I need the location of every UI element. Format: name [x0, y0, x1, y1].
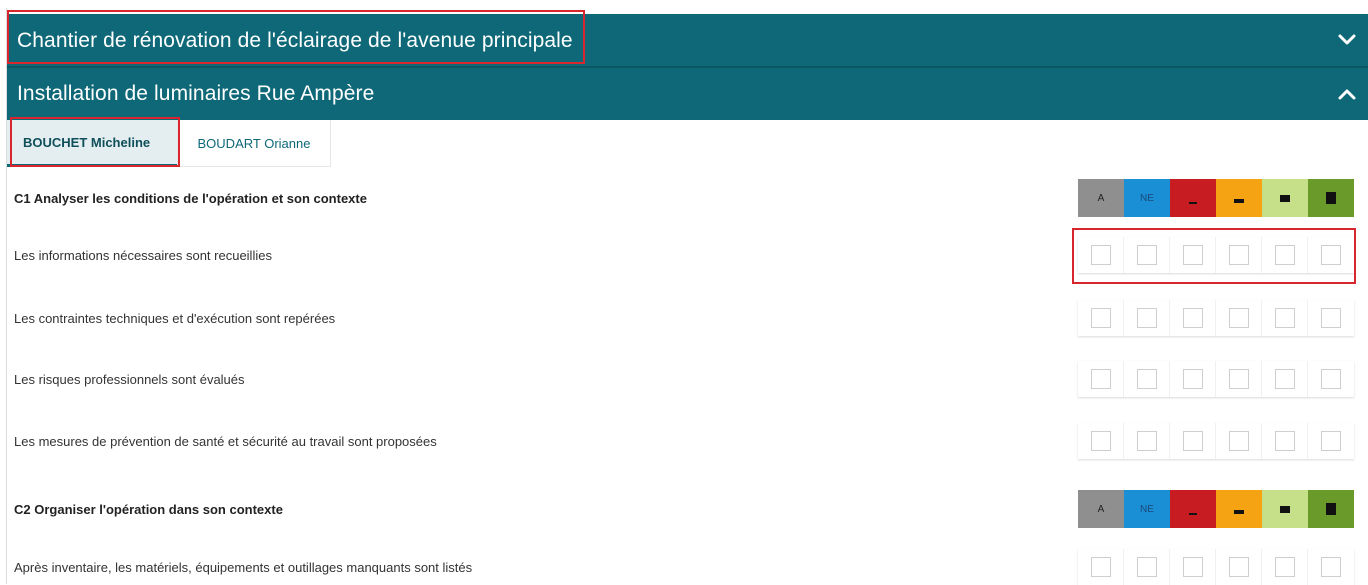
scale-ne: NE	[1124, 179, 1170, 217]
scale-a: A	[1078, 490, 1124, 528]
rating-checkboxes	[1078, 361, 1354, 397]
rating-scale-header-c1: A NE	[1078, 179, 1354, 217]
checkbox-level-2[interactable]	[1228, 431, 1249, 451]
evaluation-page: Chantier de rénovation de l'éclairage de…	[0, 0, 1368, 585]
rating-scale-header-c2: A NE	[1078, 490, 1354, 528]
checkbox-level-2[interactable]	[1228, 369, 1249, 389]
rating-checkboxes	[1078, 423, 1354, 459]
checkbox-level-2[interactable]	[1228, 557, 1249, 577]
scale-level-4	[1308, 179, 1354, 217]
criterion-label: Après inventaire, les matériels, équipem…	[14, 560, 473, 575]
checkbox-ne[interactable]	[1136, 557, 1157, 577]
tab-label: BOUDART Orianne	[197, 135, 311, 151]
criterion-label: Les risques professionnels sont évalués	[14, 372, 245, 387]
chevron-down-icon[interactable]	[1336, 29, 1358, 51]
scale-a: A	[1078, 179, 1124, 217]
checkbox-a[interactable]	[1090, 431, 1111, 451]
level-4-icon	[1326, 503, 1336, 515]
checkbox-ne[interactable]	[1136, 369, 1157, 389]
checkbox-level-1[interactable]	[1182, 369, 1203, 389]
tab-boudart-orianne[interactable]: BOUDART Orianne	[177, 120, 331, 167]
scale-level-2	[1216, 490, 1262, 528]
accordion-installation[interactable]: Installation de luminaires Rue Ampère	[7, 68, 1368, 120]
checkbox-level-3[interactable]	[1274, 431, 1295, 451]
checkbox-a[interactable]	[1090, 308, 1111, 328]
checkbox-level-4[interactable]	[1321, 369, 1341, 389]
level-1-icon	[1189, 513, 1197, 515]
checkbox-level-4[interactable]	[1321, 431, 1341, 451]
criterion-label: Les mesures de prévention de santé et sé…	[14, 434, 437, 449]
scale-level-1	[1170, 179, 1216, 217]
rating-checkboxes	[1078, 549, 1354, 585]
scale-level-2	[1216, 179, 1262, 217]
checkbox-level-2[interactable]	[1228, 308, 1249, 328]
scale-level-1	[1170, 490, 1216, 528]
checkbox-ne[interactable]	[1136, 431, 1157, 451]
level-3-icon	[1280, 194, 1290, 202]
scale-level-3	[1262, 490, 1308, 528]
level-2-icon	[1234, 199, 1244, 203]
checkbox-level-4[interactable]	[1321, 308, 1341, 328]
level-4-icon	[1326, 192, 1336, 204]
scale-level-4	[1308, 490, 1354, 528]
section-title-c2: C2 Organiser l'opération dans son contex…	[14, 502, 283, 517]
checkbox-level-4[interactable]	[1321, 557, 1341, 577]
highlight-frame-title	[7, 10, 585, 64]
highlight-frame-checkboxes	[1072, 228, 1356, 284]
criterion-label: Les informations nécessaires sont recuei…	[14, 248, 272, 263]
rating-checkboxes	[1078, 300, 1354, 336]
highlight-frame-tab	[10, 117, 180, 167]
checkbox-level-3[interactable]	[1274, 369, 1295, 389]
scale-ne: NE	[1124, 490, 1170, 528]
checkbox-level-1[interactable]	[1182, 431, 1203, 451]
checkbox-level-3[interactable]	[1274, 308, 1295, 328]
checkbox-a[interactable]	[1090, 369, 1111, 389]
checkbox-level-1[interactable]	[1182, 557, 1203, 577]
level-1-icon	[1189, 202, 1197, 204]
checkbox-level-1[interactable]	[1182, 308, 1203, 328]
scale-level-3	[1262, 179, 1308, 217]
checkbox-a[interactable]	[1090, 557, 1111, 577]
section-title-c1: C1 Analyser les conditions de l'opératio…	[14, 191, 367, 206]
checkbox-ne[interactable]	[1136, 308, 1157, 328]
level-2-icon	[1234, 510, 1244, 514]
chevron-up-icon[interactable]	[1336, 83, 1358, 105]
criterion-label: Les contraintes techniques et d'exécutio…	[14, 311, 336, 326]
level-3-icon	[1280, 505, 1290, 513]
accordion-installation-title: Installation de luminaires Rue Ampère	[17, 82, 375, 105]
checkbox-level-3[interactable]	[1274, 557, 1295, 577]
